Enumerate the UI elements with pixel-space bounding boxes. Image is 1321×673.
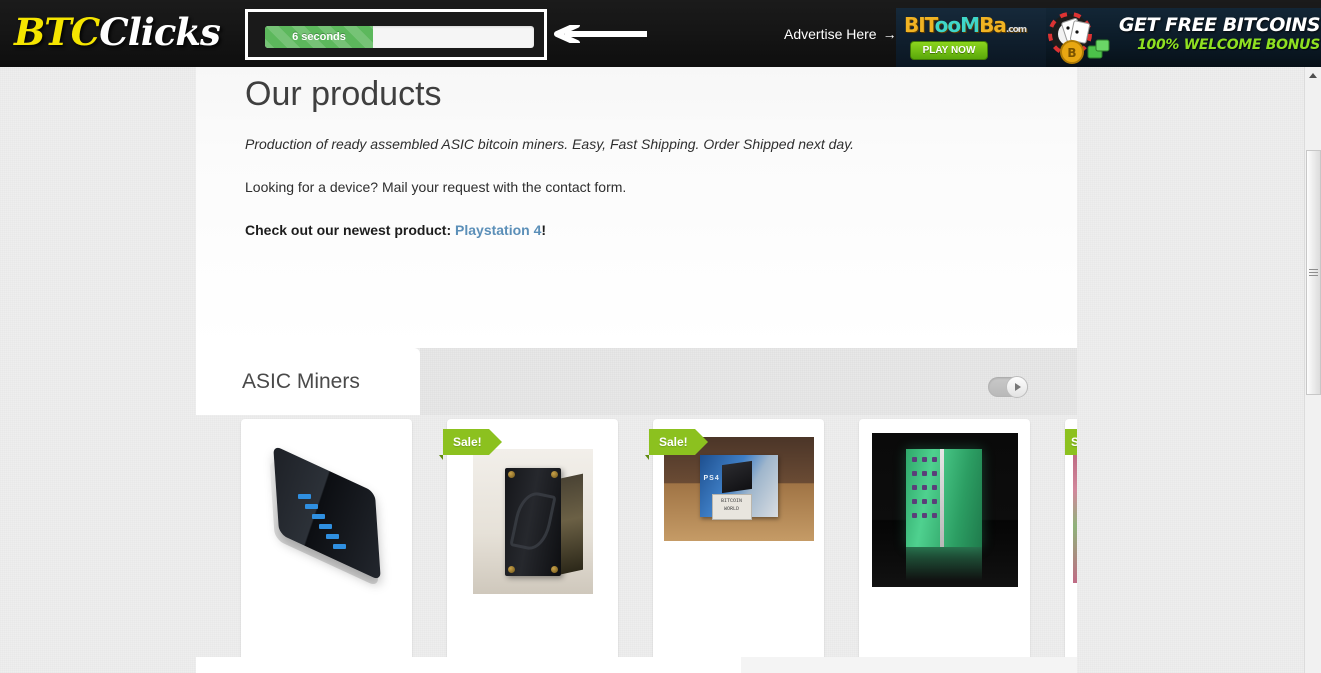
product-card[interactable]: Sale! xyxy=(439,419,618,670)
ad-brand-text: BITooMBa.com xyxy=(904,13,1027,37)
usb-hub-image xyxy=(268,445,386,588)
product-thumbnail: PS4 BITCOIN WORLD xyxy=(653,437,824,541)
ad-headline: GET FREE BITCOINS xyxy=(1118,14,1321,36)
countdown-label: 6 seconds xyxy=(292,31,346,43)
product-card[interactable]: Sale! xyxy=(1065,419,1077,670)
product-thumbnail xyxy=(241,433,412,595)
scroll-up-arrow-icon[interactable] xyxy=(1305,67,1321,84)
bitcoin-world-sign: BITCOIN WORLD xyxy=(711,494,752,520)
product-cards-viewport: Sale! Sale! PS4 BITCOIN WORLD S xyxy=(196,67,1077,673)
page-root: BTC Clicks 6 seconds Advertise Here → BITo… xyxy=(0,0,1321,673)
page-scrollbar[interactable] xyxy=(1304,67,1321,673)
ad-brand-dotcom: .com xyxy=(1005,25,1027,35)
ad-brand-oom: ooM xyxy=(934,13,980,37)
ad-copy-panel: GET FREE BITCOINS 100% WELCOME BONUS xyxy=(1110,14,1321,53)
acrylic-miner-image xyxy=(472,449,593,594)
ad-brand-panel: BITooMBa.com PLAY NOW xyxy=(896,8,1046,67)
ad-brand-ba: Ba xyxy=(979,13,1007,37)
product-thumbnail xyxy=(859,433,1030,587)
page-content-column: Our products Production of ready assembl… xyxy=(196,67,1077,673)
countdown-progress-track: 6 seconds xyxy=(265,26,534,48)
sale-badge-fold xyxy=(439,455,443,460)
logo-btc-text: BTC xyxy=(14,10,100,54)
next-section-right-panel xyxy=(741,657,1077,673)
product-card[interactable] xyxy=(859,419,1030,670)
countdown-progress-fill: 6 seconds xyxy=(265,26,373,48)
advertise-here-link[interactable]: Advertise Here → xyxy=(784,26,897,42)
left-arrow-icon xyxy=(554,25,647,43)
countdown-highlight-box: 6 seconds xyxy=(245,9,547,60)
product-thumbnail xyxy=(1073,441,1077,583)
banner-advertisement[interactable]: BITooMBa.com PLAY NOW B GET FREE BITCOIN… xyxy=(896,8,1321,67)
sale-badge-fold xyxy=(645,455,649,460)
btcclicks-logo[interactable]: BTC Clicks xyxy=(14,8,221,56)
scrollbar-grip-icon xyxy=(1309,267,1318,278)
svg-text:B: B xyxy=(1067,46,1076,60)
ad-play-now-button[interactable]: PLAY NOW xyxy=(910,41,988,60)
next-section-left-panel xyxy=(196,657,741,673)
partial-product-image xyxy=(1073,441,1077,583)
ps4-box-label: PS4 xyxy=(703,475,720,482)
ad-subline: 100% WELCOME BONUS xyxy=(1137,36,1320,53)
scrollbar-thumb[interactable] xyxy=(1306,150,1321,395)
product-thumbnail xyxy=(447,449,618,594)
ad-brand-bit: BIT xyxy=(904,13,936,37)
next-section-strip xyxy=(196,657,1077,673)
product-card[interactable]: Sale! PS4 BITCOIN WORLD xyxy=(645,419,824,670)
casino-chips-icon: B xyxy=(1048,12,1110,64)
product-card[interactable] xyxy=(241,419,412,670)
logo-clicks-text: Clicks xyxy=(99,10,221,54)
playstation-4-image: PS4 BITCOIN WORLD xyxy=(663,437,814,541)
site-header: BTC Clicks 6 seconds Advertise Here → BITo… xyxy=(0,0,1321,67)
right-arrow-icon: → xyxy=(882,26,897,42)
advertise-here-label: Advertise Here xyxy=(784,26,877,42)
pcb-hash-board-image xyxy=(871,433,1018,587)
